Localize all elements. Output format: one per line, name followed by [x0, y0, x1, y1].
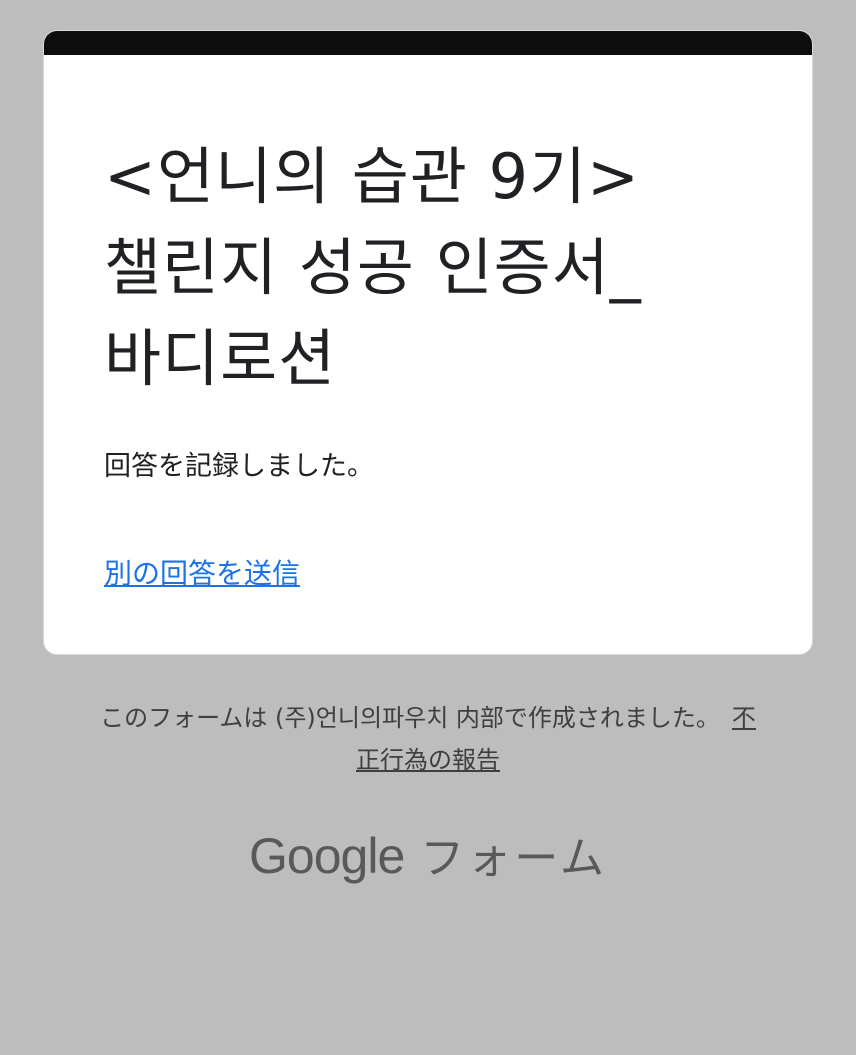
footer-notice-text: このフォームは (주)언니의파우치 内部で作成されました。: [100, 704, 720, 732]
form-title-line-2: 챌린지 성공 인증서_: [104, 231, 642, 304]
google-forms-logo[interactable]: Google フォーム: [0, 822, 856, 886]
confirmation-message: 回答を記録しました。: [104, 451, 374, 482]
response-card: <언니의 습관 9기> 챌린지 성공 인증서_ 바디로션 回答を記録しました。 …: [43, 30, 813, 655]
google-wordmark: Google: [249, 828, 405, 884]
form-title-line-1: <언니의 습관 9기>: [104, 140, 641, 213]
card-theme-bar: [44, 31, 812, 55]
footer-notice: このフォームは (주)언니의파우치 内部で作成されました。 不正行為の報告: [90, 697, 766, 781]
form-title-line-3: 바디로션: [104, 322, 337, 395]
form-title: <언니의 습관 9기> 챌린지 성공 인증서_ 바디로션: [104, 131, 774, 404]
forms-wordmark: フォーム: [420, 833, 607, 884]
submit-another-response-link[interactable]: 別の回答を送信: [104, 554, 300, 594]
